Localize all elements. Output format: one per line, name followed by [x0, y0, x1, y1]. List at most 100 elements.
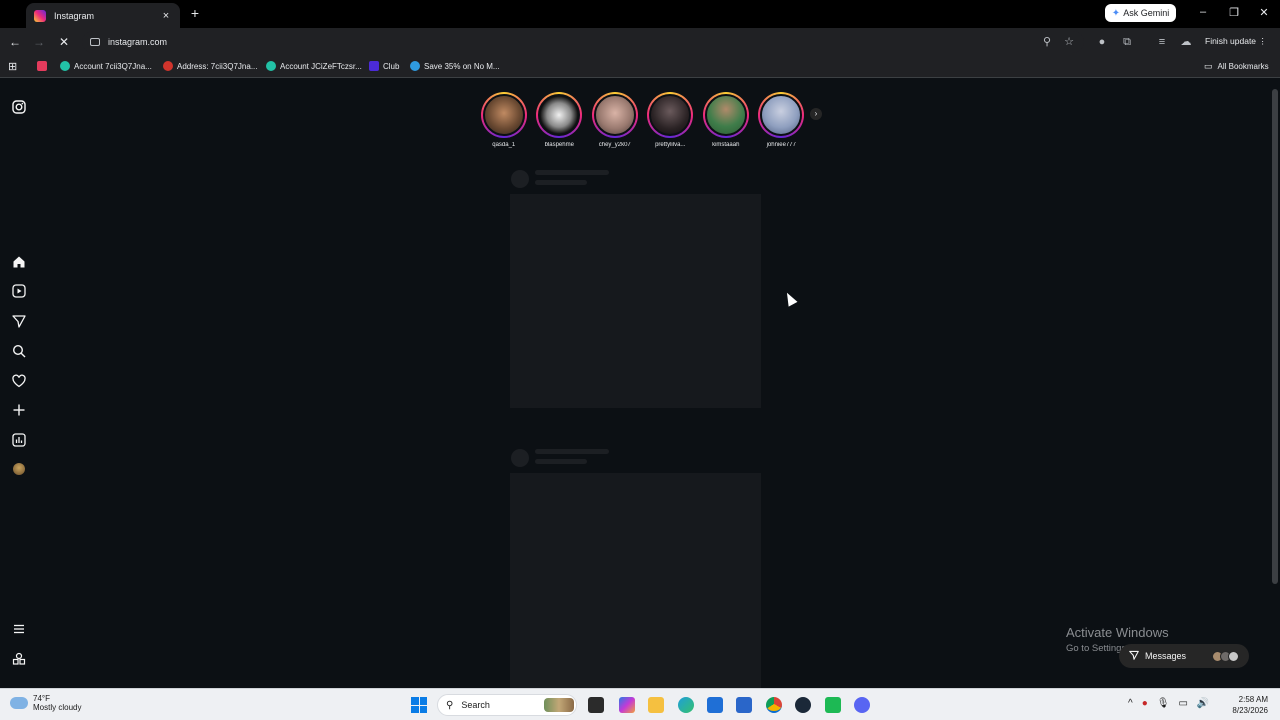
ask-gemini-label: Ask Gemini [1123, 8, 1170, 18]
story-username: kimstaaah [712, 142, 740, 148]
instagram-favicon-icon [34, 9, 46, 22]
bookmark-favicon-icon [266, 61, 276, 71]
copilot-icon[interactable] [619, 697, 635, 713]
profile-cloud-icon[interactable]: ☁ [1180, 36, 1192, 48]
post-skeleton-media [510, 473, 761, 688]
instagram-logo-icon[interactable] [11, 100, 27, 116]
site-info-icon[interactable] [90, 38, 100, 46]
browser-toolbar: ← → ✕ instagram.com ⚲ ☆ ● ⧉ ≡ ☁ Finish u… [0, 28, 1280, 56]
bookmark-item[interactable]: Club [369, 61, 399, 71]
story-item[interactable]: chey_y2k07 [587, 92, 643, 148]
instagram-page: qasda_1 blaspehme chey_y2k07 prettylilva… [0, 79, 1280, 688]
story-item[interactable]: prettylilva... [643, 92, 699, 148]
dashboard-icon[interactable] [11, 433, 27, 449]
taskbar-search-placeholder: Search [461, 700, 490, 710]
mouse-cursor-icon [782, 290, 798, 307]
address-text[interactable]: instagram.com [108, 37, 167, 47]
search-highlight-image [544, 698, 574, 712]
search-icon: ⚲ [446, 699, 454, 711]
bookmark-item[interactable]: Save 35% on No M... [410, 61, 500, 71]
close-window-icon[interactable]: ✕ [1257, 6, 1271, 19]
edge-icon[interactable] [678, 697, 694, 713]
weather-condition: Mostly cloudy [33, 703, 82, 712]
bookmark-favicon-icon [163, 61, 173, 71]
tray-app-icon[interactable]: ● [1142, 698, 1148, 709]
forward-button[interactable]: → [32, 35, 46, 49]
bookmark-item[interactable]: Account JCiZeFTczsr... [266, 61, 362, 71]
back-button[interactable]: ← [8, 35, 22, 49]
bookmark-item[interactable]: Account 7cii3Q7Jna... [60, 61, 152, 71]
story-ring [702, 92, 749, 138]
direct-icon [1129, 650, 1139, 662]
chrome-icon[interactable] [766, 697, 782, 713]
story-username: johniee777 [766, 142, 796, 148]
folder-icon: ▭ [1204, 61, 1213, 71]
taskbar-search-box[interactable]: ⚲ Search [437, 694, 577, 716]
story-avatar [482, 94, 525, 136]
home-icon[interactable] [11, 255, 27, 271]
display-icon[interactable]: ▭ [1178, 698, 1187, 709]
address-bar[interactable]: instagram.com [82, 31, 1084, 53]
media-controls-icon[interactable]: ≡ [1156, 36, 1168, 48]
volume-icon[interactable]: 🔊 [1197, 698, 1209, 709]
microphone-icon[interactable]: 🎙 [1157, 698, 1170, 709]
bookmark-item[interactable]: Address: 7cii3Q7Jna... [163, 61, 257, 71]
search-icon[interactable] [11, 344, 27, 360]
profile-avatar[interactable] [11, 463, 27, 479]
story-ring [758, 92, 805, 138]
direct-message-icon[interactable] [11, 314, 27, 330]
minimize-window-icon[interactable]: – [1196, 6, 1210, 18]
messages-avatars [1212, 650, 1239, 662]
also-from-meta-icon[interactable] [11, 652, 27, 668]
bookmark-label: Club [383, 61, 400, 71]
zoom-icon[interactable]: ⚲ [1041, 36, 1053, 48]
story-ring [480, 92, 527, 138]
stop-loading-button[interactable]: ✕ [57, 35, 71, 49]
spotify-icon[interactable] [825, 697, 841, 713]
file-explorer-icon[interactable] [648, 697, 664, 713]
taskbar-clock[interactable]: 2:58 AM 8/23/2026 [1228, 694, 1268, 716]
story-username: chey_y2k07 [598, 142, 631, 148]
ask-gemini-button[interactable]: ✦ Ask Gemini [1105, 4, 1176, 22]
tab-instagram[interactable]: Instagram × [26, 3, 180, 28]
task-view-icon[interactable] [588, 697, 604, 713]
page-scrollbar[interactable] [1270, 79, 1280, 688]
windows-start-icon[interactable] [411, 697, 427, 713]
extension-icon[interactable]: ● [1096, 36, 1108, 48]
discord-icon[interactable] [854, 697, 870, 713]
finish-update-button[interactable]: Finish update ⋮ [1205, 36, 1267, 47]
reels-icon[interactable] [11, 284, 27, 300]
microsoft-store-icon[interactable] [707, 697, 723, 713]
close-tab-icon[interactable]: × [160, 10, 172, 22]
story-item[interactable]: qasda_1 [476, 92, 532, 148]
cloud-weather-icon [10, 697, 28, 709]
more-menu-icon[interactable]: ⋮ [1258, 36, 1267, 46]
show-hidden-icons-chevron-icon[interactable]: ^ [1128, 698, 1133, 709]
stories-next-chevron-icon[interactable]: › [810, 108, 822, 120]
scrollbar-thumb[interactable] [1272, 89, 1278, 584]
apps-grid-icon[interactable]: ⊞ [8, 60, 17, 73]
story-item[interactable]: kimstaaah [698, 92, 754, 148]
extensions-puzzle-icon[interactable]: ⧉ [1121, 36, 1133, 48]
menu-icon[interactable] [11, 622, 27, 638]
bookmark-favicon-icon [37, 61, 47, 71]
messages-button[interactable]: Messages [1119, 644, 1249, 668]
bookmark-item[interactable] [37, 61, 51, 71]
restore-window-icon[interactable]: ❐ [1227, 6, 1241, 19]
story-avatar [538, 94, 581, 136]
story-item[interactable]: johniee777 [754, 92, 810, 148]
story-username: blaspehme [544, 142, 574, 148]
weather-widget[interactable]: 74°F Mostly cloudy [10, 694, 81, 712]
new-tab-button[interactable]: + [187, 6, 203, 20]
story-item[interactable]: blaspehme [532, 92, 588, 148]
bookmark-star-icon[interactable]: ☆ [1063, 36, 1075, 48]
stories-tray: qasda_1 blaspehme chey_y2k07 prettylilva… [476, 92, 809, 148]
notifications-heart-icon[interactable] [11, 374, 27, 390]
steam-icon[interactable] [795, 697, 811, 713]
bookmark-favicon-icon [369, 61, 379, 71]
post-skeleton-line [535, 180, 587, 185]
create-plus-icon[interactable] [11, 403, 27, 419]
bookmark-label: Address: 7cii3Q7Jna... [177, 61, 258, 71]
outlook-icon[interactable] [736, 697, 752, 713]
all-bookmarks-button[interactable]: ▭ All Bookmarks [1204, 61, 1269, 72]
